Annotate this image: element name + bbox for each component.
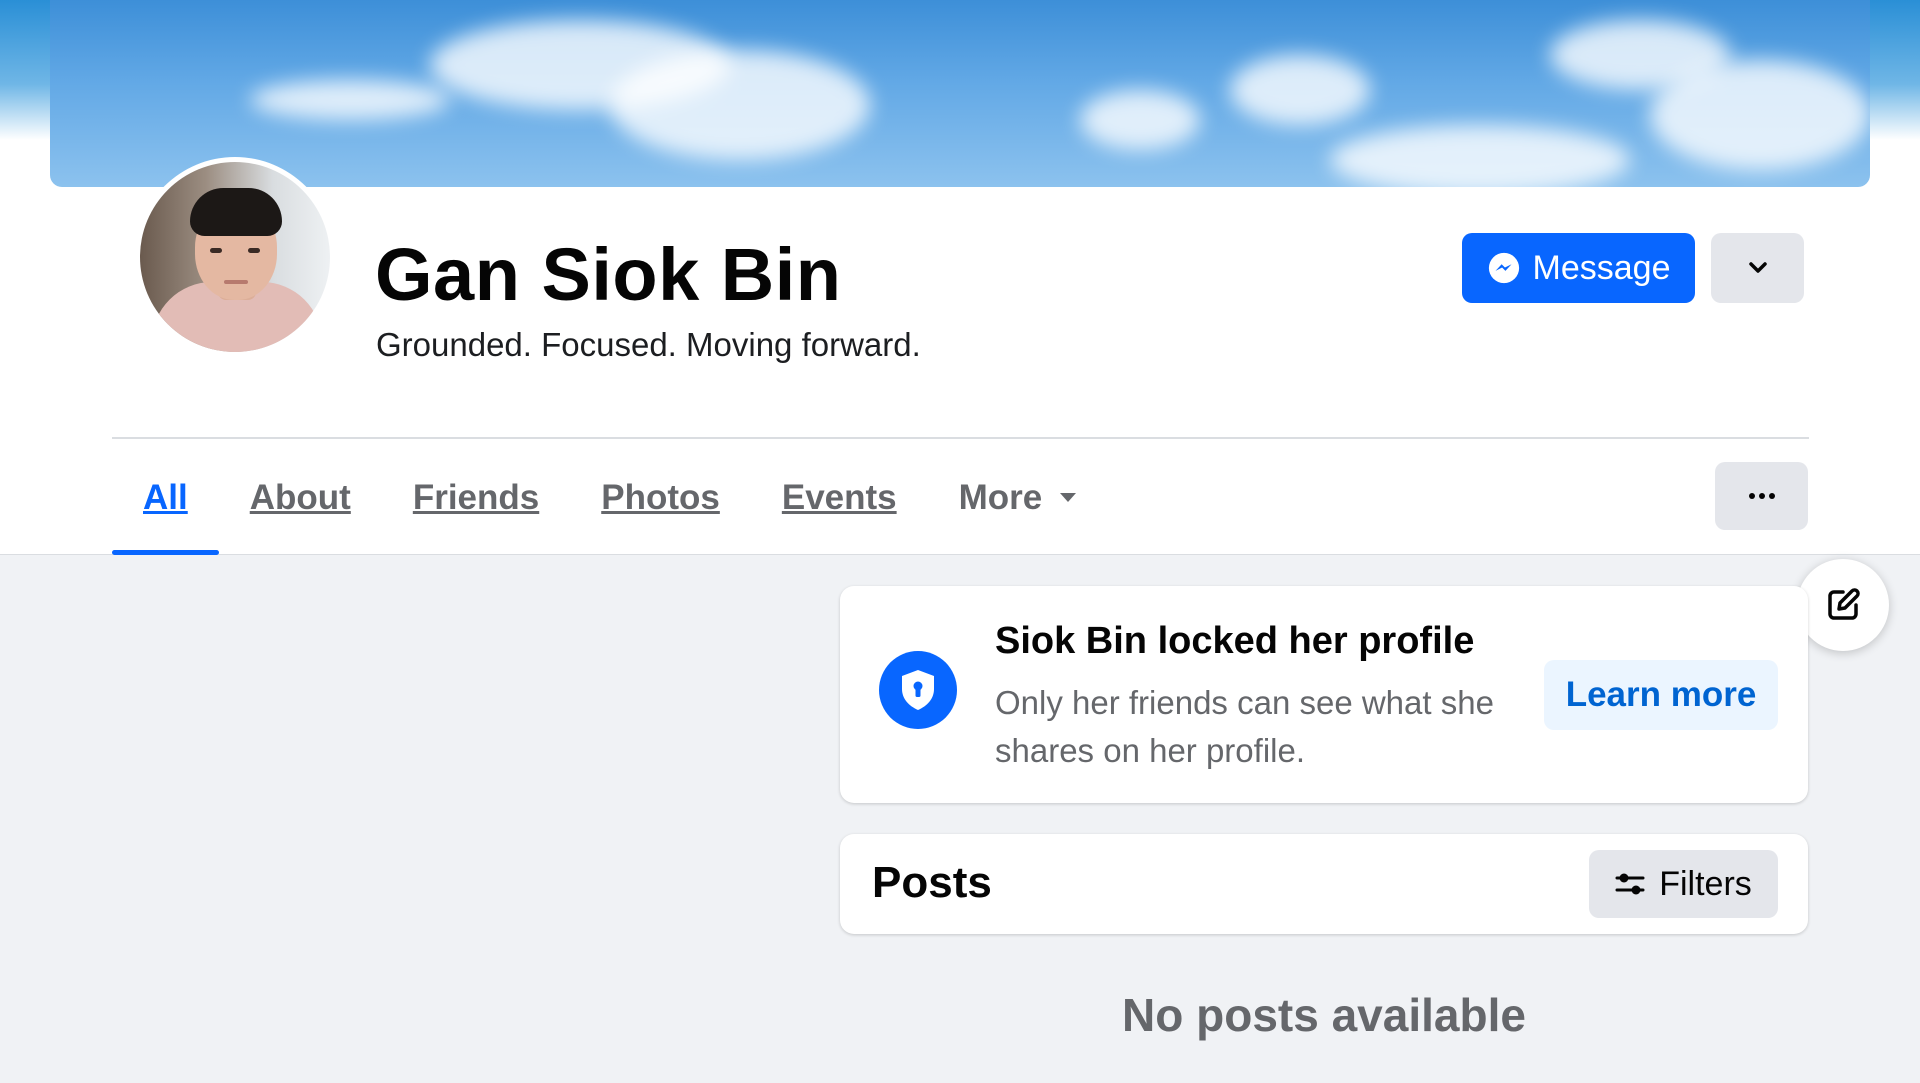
tab-more[interactable]: More xyxy=(928,440,1108,555)
cover-photo[interactable] xyxy=(50,0,1870,187)
tab-label: About xyxy=(249,477,351,517)
more-dots-icon xyxy=(1748,493,1755,499)
header-divider xyxy=(112,437,1809,439)
tab-friends[interactable]: Friends xyxy=(382,440,570,555)
compose-button[interactable] xyxy=(1797,559,1889,651)
profile-tabs: All About Friends Photos Events More xyxy=(112,440,1107,555)
edit-icon xyxy=(1828,588,1860,620)
locked-profile-title: Siok Bin locked her profile xyxy=(995,620,1475,662)
profile-dropdown-button[interactable] xyxy=(1711,233,1804,303)
tab-about[interactable]: About xyxy=(219,440,382,555)
messenger-icon xyxy=(1488,252,1519,284)
message-button[interactable]: Message xyxy=(1462,233,1695,303)
caret-down-icon xyxy=(1060,493,1077,502)
shield-keyhole-icon xyxy=(879,651,957,729)
tab-label: Friends xyxy=(412,477,540,517)
profile-name: Gan Siok Bin xyxy=(375,233,842,316)
tab-label: Photos xyxy=(601,477,720,517)
background-strip-left xyxy=(0,0,50,140)
filters-button[interactable]: Filters xyxy=(1589,850,1778,918)
posts-card: Posts Filters xyxy=(840,834,1808,934)
background-strip-right xyxy=(1870,0,1920,140)
empty-posts-message: No posts available xyxy=(1122,989,1526,1041)
more-options-button[interactable] xyxy=(1715,462,1808,530)
profile-bio: Grounded. Focused. Moving forward. xyxy=(376,326,921,363)
tab-label: More xyxy=(958,477,1043,517)
tab-label: All xyxy=(143,477,188,517)
message-button-label: Message xyxy=(1532,248,1671,287)
profile-picture[interactable] xyxy=(135,157,335,357)
sliders-icon xyxy=(1615,873,1645,895)
locked-profile-description: Only her friends can see what she shares… xyxy=(995,684,1494,769)
locked-profile-card: Siok Bin locked her profile Only her fri… xyxy=(840,586,1808,803)
chevron-down-icon xyxy=(1748,262,1767,273)
tab-photos[interactable]: Photos xyxy=(570,440,751,555)
posts-title: Posts xyxy=(872,858,992,907)
learn-more-button[interactable]: Learn more xyxy=(1544,660,1778,730)
avatar[interactable] xyxy=(140,162,330,352)
tab-all[interactable]: All xyxy=(112,440,219,555)
profile-header: Gan Siok Bin Grounded. Focused. Moving f… xyxy=(0,0,1920,555)
tab-events[interactable]: Events xyxy=(751,440,928,555)
tab-label: Events xyxy=(781,477,897,517)
filters-label: Filters xyxy=(1659,864,1752,903)
